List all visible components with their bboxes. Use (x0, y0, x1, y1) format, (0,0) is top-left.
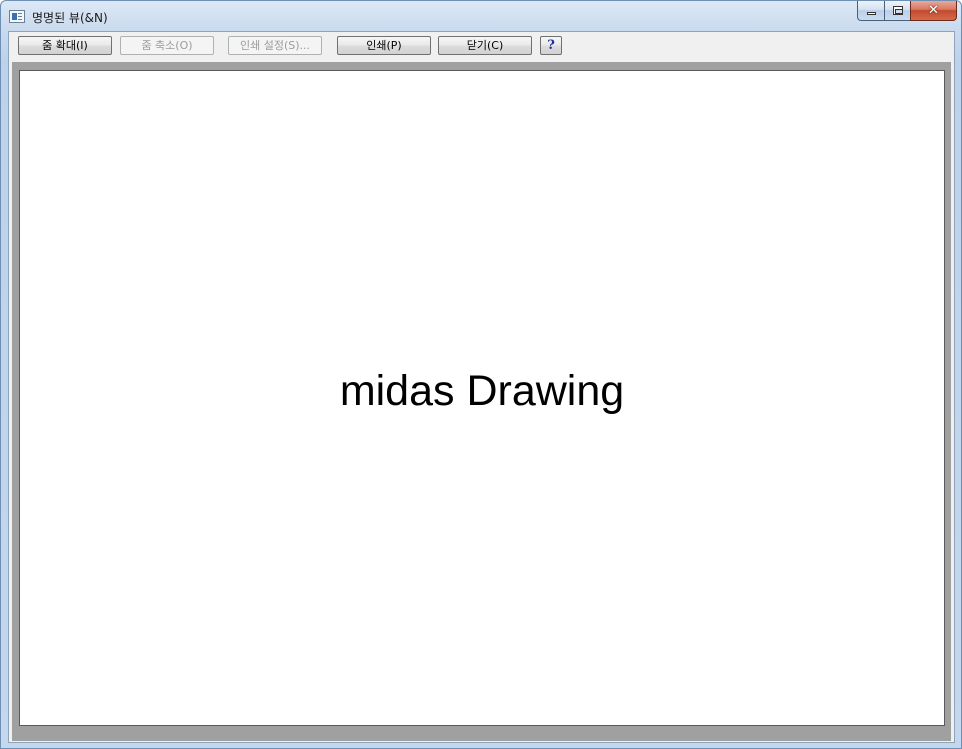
minimize-icon (867, 12, 876, 15)
named-view-window: 명명된 뷰(&N) ✕ 줌 확대(I) 줌 축소(O) 인쇄 설정(S)... … (0, 0, 962, 749)
close-icon: ✕ (928, 3, 939, 18)
window-title: 명명된 뷰(&N) (32, 11, 108, 25)
app-window-icon[interactable] (9, 10, 25, 23)
maximize-button[interactable] (884, 1, 910, 21)
drawing-canvas[interactable]: midas Drawing (19, 70, 945, 726)
help-icon: ? (547, 38, 555, 53)
print-setup-button[interactable]: 인쇄 설정(S)... (228, 36, 322, 55)
canvas-placeholder-text: midas Drawing (339, 367, 625, 415)
zoom-out-button[interactable]: 줌 축소(O) (120, 36, 214, 55)
close-button[interactable]: 닫기(C) (438, 36, 532, 55)
print-button[interactable]: 인쇄(P) (337, 36, 431, 55)
client-area: 줌 확대(I) 줌 축소(O) 인쇄 설정(S)... 인쇄(P) 닫기(C) … (8, 31, 955, 743)
view-frame: midas Drawing (12, 62, 951, 741)
minimize-button[interactable] (857, 1, 884, 21)
toolbar: 줌 확대(I) 줌 축소(O) 인쇄 설정(S)... 인쇄(P) 닫기(C) … (9, 32, 954, 60)
title-bar[interactable]: 명명된 뷰(&N) ✕ (1, 1, 961, 31)
zoom-in-button[interactable]: 줌 확대(I) (18, 36, 112, 55)
help-button[interactable]: ? (540, 36, 562, 55)
close-window-button[interactable]: ✕ (910, 1, 957, 21)
caption-buttons: ✕ (857, 1, 957, 22)
maximize-icon (893, 6, 903, 15)
